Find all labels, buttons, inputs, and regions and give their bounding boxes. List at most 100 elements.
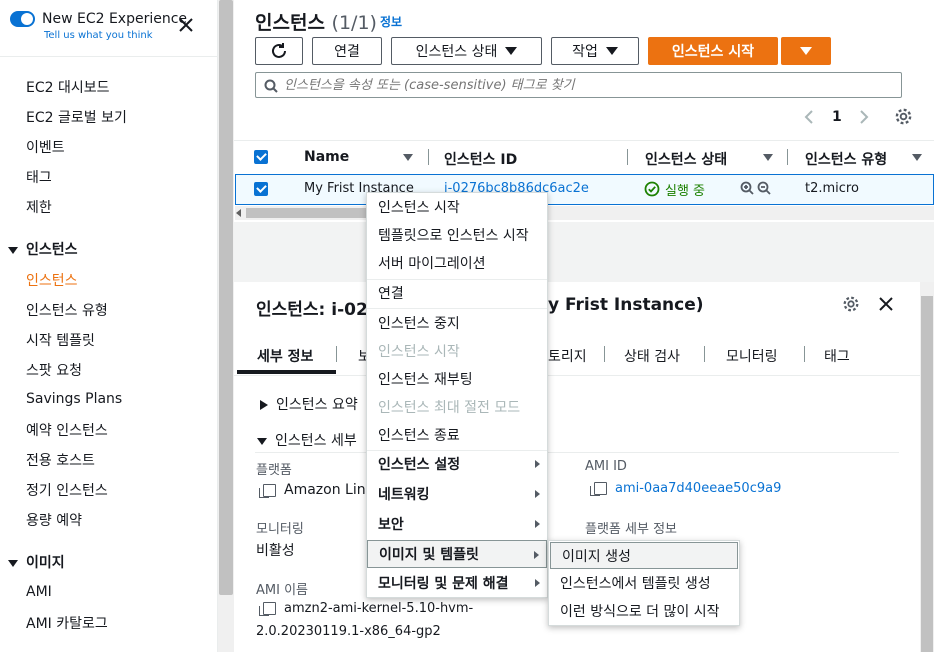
tab-tags[interactable]: 태그 — [824, 346, 850, 366]
sidebar-item-global-view[interactable]: EC2 글로벌 보기 — [26, 107, 127, 127]
chevron-right-icon[interactable] — [858, 109, 870, 125]
tab-monitoring[interactable]: 모니터링 — [726, 346, 778, 366]
launch-instance-button[interactable]: 인스턴스 시작 — [648, 37, 778, 65]
sidebar-item-limits[interactable]: 제한 — [26, 197, 52, 217]
divider — [255, 452, 899, 453]
sidebar-item-dedicated-hosts[interactable]: 전용 호스트 — [26, 450, 95, 470]
check-circle-icon — [644, 181, 660, 197]
menu-item-image-and-templates[interactable]: 이미지 및 템플릿 — [367, 540, 547, 568]
row-state: 실행 중 — [665, 184, 706, 199]
info-link[interactable]: 정보 — [380, 13, 402, 30]
chevron-left-icon[interactable] — [803, 109, 815, 125]
sidebar-item-ami-catalog[interactable]: AMI 카탈로그 — [26, 613, 108, 633]
sidebar-item-tags[interactable]: 태그 — [26, 167, 52, 187]
search-icon — [264, 79, 278, 93]
tab-status-checks[interactable]: 상태 검사 — [624, 346, 680, 366]
menu-item-create-template-from-instance[interactable]: 인스턴스에서 템플릿 생성 — [549, 569, 739, 597]
close-icon[interactable] — [878, 296, 894, 312]
sidebar-item-events[interactable]: 이벤트 — [26, 137, 65, 157]
menu-item-server-migration[interactable]: 서버 마이그레이션 — [367, 249, 547, 277]
caret-down-icon — [8, 246, 18, 254]
sidebar-item-savings-plans[interactable]: Savings Plans — [26, 391, 122, 407]
row-checkbox[interactable] — [254, 182, 268, 196]
close-icon[interactable] — [178, 17, 194, 33]
table-hscrollbar-thumb[interactable] — [246, 208, 366, 218]
actions-button[interactable]: 작업 — [551, 37, 639, 65]
sidebar-item-instances[interactable]: 인스턴스 — [26, 270, 78, 290]
search-box[interactable] — [255, 72, 902, 98]
sidebar-item-reserved-instances[interactable]: 예약 인스턴스 — [26, 420, 108, 440]
scroll-left-icon[interactable] — [236, 209, 241, 217]
copy-icon[interactable] — [590, 482, 607, 496]
menu-item-start-instance: 인스턴스 시작 — [378, 344, 460, 360]
sidebar-item-spot-requests[interactable]: 스팟 요청 — [26, 360, 82, 380]
copy-icon[interactable] — [259, 602, 276, 616]
menu-item-terminate-instance[interactable]: 인스턴스 종료 — [367, 421, 547, 449]
column-separator[interactable] — [627, 149, 628, 165]
detail-scrollbar-thumb[interactable] — [921, 296, 933, 652]
copy-icon[interactable] — [259, 483, 276, 498]
sort-icon[interactable] — [912, 154, 922, 161]
divider — [234, 140, 934, 141]
tab-separator — [804, 346, 805, 362]
sidebar-item-scheduled-instances[interactable]: 정기 인스턴스 — [26, 480, 108, 500]
pagination-page[interactable]: 1 — [832, 109, 842, 125]
column-separator[interactable] — [428, 149, 429, 165]
sidebar-section-instances[interactable]: 인스턴스 — [8, 239, 78, 259]
ami-id-label: AMI ID — [585, 459, 627, 474]
gear-icon[interactable] — [894, 107, 913, 126]
column-header-instance-state[interactable]: 인스턴스 상태 — [645, 149, 727, 169]
platform-label: 플랫폼 — [256, 463, 292, 478]
feedback-link[interactable]: Tell us what you think — [44, 30, 153, 41]
caret-right-icon — [535, 460, 540, 468]
zoom-in-icon[interactable] — [740, 181, 755, 196]
column-separator[interactable] — [787, 149, 788, 165]
menu-item-launch-from-template[interactable]: 템플릿으로 인스턴스 시작 — [367, 221, 547, 249]
sidebar-scrollbar-thumb[interactable] — [219, 0, 233, 595]
tab-separator — [336, 346, 337, 362]
search-input[interactable] — [284, 75, 894, 95]
sidebar-item-launch-templates[interactable]: 시작 템플릿 — [26, 330, 95, 350]
menu-item-hibernate-instance: 인스턴스 최대 절전 모드 — [378, 400, 521, 416]
menu-item-monitor-troubleshoot[interactable]: 모니터링 및 문제 해결 — [367, 569, 547, 597]
sort-icon[interactable] — [763, 154, 773, 161]
instance-state-button[interactable]: 인스턴스 상태 — [391, 37, 542, 65]
sidebar-item-ami[interactable]: AMI — [26, 584, 52, 600]
launch-dropdown-button[interactable] — [781, 37, 831, 65]
menu-item-reboot-instance[interactable]: 인스턴스 재부팅 — [367, 365, 547, 393]
menu-item-stop-instance[interactable]: 인스턴스 중지 — [367, 309, 547, 337]
caret-down-icon — [800, 47, 812, 55]
detail-title: 인스턴스: i-02 — [256, 300, 368, 320]
monitoring-value: 비활성 — [256, 543, 295, 559]
sidebar-section-images[interactable]: 이미지 — [8, 552, 65, 572]
select-all-checkbox[interactable] — [254, 150, 268, 164]
summary-section-toggle[interactable]: 인스턴스 요약 — [260, 394, 358, 414]
menu-item-security[interactable]: 보안 — [367, 510, 547, 538]
ami-name-value: amzn2-ami-kernel-5.10-hvm- — [259, 601, 473, 616]
menu-item-launch-more-like-this[interactable]: 이런 방식으로 더 많이 시작 — [549, 597, 739, 625]
tab-details[interactable]: 세부 정보 — [257, 346, 313, 366]
sidebar-item-capacity-reservations[interactable]: 용량 예약 — [26, 510, 82, 530]
gear-icon[interactable] — [842, 295, 860, 313]
refresh-icon — [272, 43, 286, 58]
menu-item-connect[interactable]: 연결 — [367, 279, 547, 307]
menu-item-networking[interactable]: 네트워킹 — [367, 480, 547, 508]
sidebar: New EC2 Experience Tell us what you thin… — [0, 0, 218, 652]
page-title: 인스턴스 (1/1) — [255, 12, 377, 34]
column-header-instance-type[interactable]: 인스턴스 유형 — [805, 149, 887, 169]
sidebar-item-instance-types[interactable]: 인스턴스 유형 — [26, 300, 108, 320]
connect-button[interactable]: 연결 — [312, 37, 382, 65]
menu-item-launch-instance[interactable]: 인스턴스 시작 — [367, 193, 547, 221]
menu-item-create-image[interactable]: 이미지 생성 — [550, 542, 738, 569]
sidebar-item-dashboard[interactable]: EC2 대시보드 — [26, 77, 110, 97]
tab-storage[interactable]: 토리지 — [548, 346, 587, 366]
caret-right-icon — [260, 400, 268, 410]
zoom-out-icon[interactable] — [757, 181, 772, 196]
menu-item-instance-settings[interactable]: 인스턴스 설정 — [367, 450, 547, 478]
column-header-name[interactable]: Name — [304, 149, 349, 165]
details-section-toggle[interactable]: 인스턴스 세부 — [257, 430, 357, 450]
column-header-instance-id[interactable]: 인스턴스 ID — [444, 149, 517, 169]
new-experience-toggle[interactable] — [10, 11, 35, 27]
refresh-button[interactable] — [255, 37, 303, 65]
sort-icon[interactable] — [403, 154, 413, 161]
